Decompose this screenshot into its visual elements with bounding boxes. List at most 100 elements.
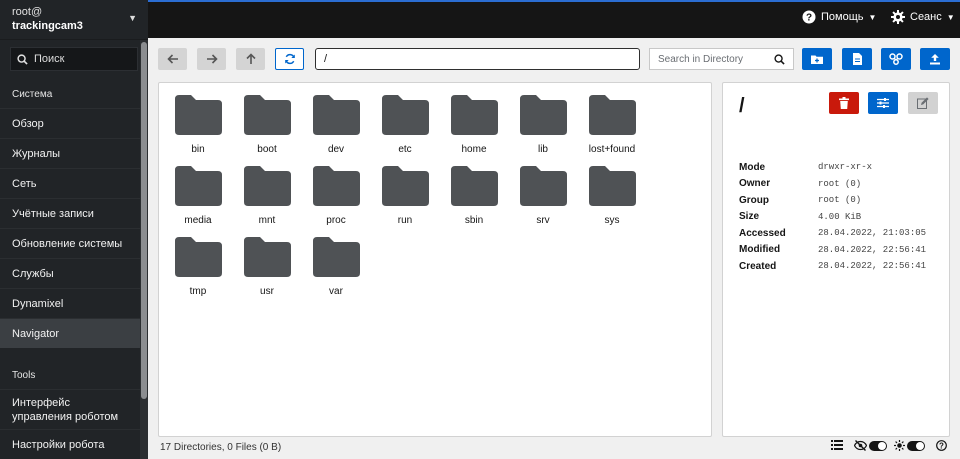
folder-name: var (329, 286, 343, 297)
hidden-files-toggle[interactable] (854, 440, 887, 451)
folder-item[interactable]: dev (302, 95, 370, 155)
folder-icon (244, 95, 291, 135)
search-icon (17, 53, 28, 65)
folder-item[interactable]: etc (371, 95, 439, 155)
folder-name: proc (326, 215, 346, 226)
delete-button[interactable] (829, 92, 859, 114)
eye-slash-icon (854, 440, 867, 451)
folder-item[interactable]: bin (164, 95, 232, 155)
sidebar-search-label: Поиск (34, 53, 65, 65)
question-circle-icon: ? (936, 440, 947, 451)
sidebar-scrollbar[interactable] (140, 40, 148, 459)
folder-name: etc (398, 144, 412, 155)
new-file-button[interactable] (842, 48, 872, 70)
robot-interface-line1: Интерфейс (12, 396, 70, 409)
theme-switch[interactable] (907, 440, 925, 451)
sidebar-item-overview[interactable]: Обзор (0, 108, 148, 138)
property-row: Accessed 28.04.2022, 21:03:05 (739, 225, 926, 242)
folder-icon (313, 237, 360, 277)
scrollbar-thumb[interactable] (141, 42, 147, 399)
help-label: Помощь (821, 11, 864, 23)
folder-item[interactable]: usr (233, 237, 301, 297)
folder-name: boot (257, 144, 277, 155)
sidebar-item-services[interactable]: Службы (0, 258, 148, 288)
refresh-icon (284, 53, 295, 65)
edit-icon (917, 97, 929, 109)
properties-list: Mode drwxr-xr-x Owner root (0) Group root (0)… (739, 159, 926, 275)
property-row: Mode drwxr-xr-x (739, 159, 926, 176)
sidebar: root@ trackingcam3 ▼ Поиск Система Обзор… (0, 0, 148, 459)
folder-name: lib (537, 144, 548, 155)
arrow-up-icon (245, 53, 256, 64)
property-value: 28.04.2022, 22:56:41 (818, 261, 927, 272)
folder-item[interactable]: var (302, 237, 370, 297)
sidebar-item-logs[interactable]: Журналы (0, 138, 148, 168)
list-icon (831, 440, 843, 450)
host-user: root@ (12, 6, 43, 18)
session-menu[interactable]: Сеанс ▼ (891, 10, 955, 24)
folder-icon (313, 166, 360, 206)
status-summary: 17 Directories, 0 Files (0 B) (160, 442, 282, 453)
property-value: root (0) (818, 195, 862, 206)
sidebar-item-accounts[interactable]: Учётные записи (0, 198, 148, 228)
hidden-files-switch[interactable] (869, 440, 887, 451)
folder-icon (175, 166, 222, 206)
path-input[interactable] (315, 48, 640, 70)
help-button[interactable]: ? (936, 440, 947, 451)
new-folder-button[interactable] (802, 48, 832, 70)
directory-search-input[interactable]: Search in Directory (649, 48, 794, 70)
upload-icon (930, 54, 940, 65)
folder-item[interactable]: proc (302, 166, 370, 226)
sidebar-item-dynamixel[interactable]: Dynamixel (0, 288, 148, 318)
property-key: Mode (739, 161, 766, 173)
list-view-toggle[interactable] (831, 440, 843, 450)
refresh-button[interactable] (275, 48, 304, 70)
property-row: Created 28.04.2022, 22:56:41 (739, 258, 926, 275)
folder-item[interactable]: boot (233, 95, 301, 155)
folder-item[interactable]: mnt (233, 166, 301, 226)
sidebar-item-navigator[interactable]: Navigator (0, 318, 148, 348)
folder-item[interactable]: lost+found (578, 95, 646, 155)
navigator-main: Search in Directory bin boot dev etc home lib… (148, 38, 960, 459)
up-button[interactable] (236, 48, 265, 70)
folder-item[interactable]: tmp (164, 237, 232, 297)
folder-icon (589, 95, 636, 135)
folder-name: home (461, 144, 487, 155)
folder-item[interactable]: home (440, 95, 508, 155)
back-button[interactable] (158, 48, 187, 70)
nav-group-system: Система (12, 89, 53, 100)
folder-item[interactable]: run (371, 166, 439, 226)
folder-icon (382, 166, 429, 206)
permissions-button[interactable] (868, 92, 898, 114)
sidebar-search[interactable]: Поиск (10, 47, 138, 71)
sidebar-item-network[interactable]: Сеть (0, 168, 148, 198)
folder-item[interactable]: srv (509, 166, 577, 226)
upload-button[interactable] (920, 48, 950, 70)
sidebar-item-software-updates[interactable]: Обновление системы (0, 228, 148, 258)
folder-item[interactable]: media (164, 166, 232, 226)
property-value: drwxr-xr-x (818, 162, 873, 173)
sidebar-item-robot-interface[interactable]: Интерфейс управления роботом (0, 389, 148, 429)
property-key: Group (739, 194, 769, 206)
help-menu[interactable]: ? Помощь ▼ (802, 10, 876, 24)
theme-toggle[interactable] (894, 440, 925, 451)
property-value: 28.04.2022, 21:03:05 (818, 228, 927, 239)
new-link-button[interactable] (881, 48, 911, 70)
forward-button[interactable] (197, 48, 226, 70)
sidebar-item-robot-settings[interactable]: Настройки робота (0, 429, 148, 459)
folder-item[interactable]: lib (509, 95, 577, 155)
folder-name: mnt (258, 215, 276, 226)
property-key: Size (739, 211, 760, 223)
property-key: Modified (739, 244, 781, 256)
property-key: Owner (739, 178, 771, 190)
rename-button[interactable] (908, 92, 938, 114)
folder-icon (520, 166, 567, 206)
property-value: 4.00 KiB (818, 211, 862, 222)
nav-group-tools: Tools (12, 370, 36, 381)
folder-item[interactable]: sbin (440, 166, 508, 226)
host-switcher[interactable]: root@ trackingcam3 ▼ (0, 0, 148, 40)
folder-item[interactable]: sys (578, 166, 646, 226)
folder-icon (451, 166, 498, 206)
folder-name: media (184, 215, 212, 226)
